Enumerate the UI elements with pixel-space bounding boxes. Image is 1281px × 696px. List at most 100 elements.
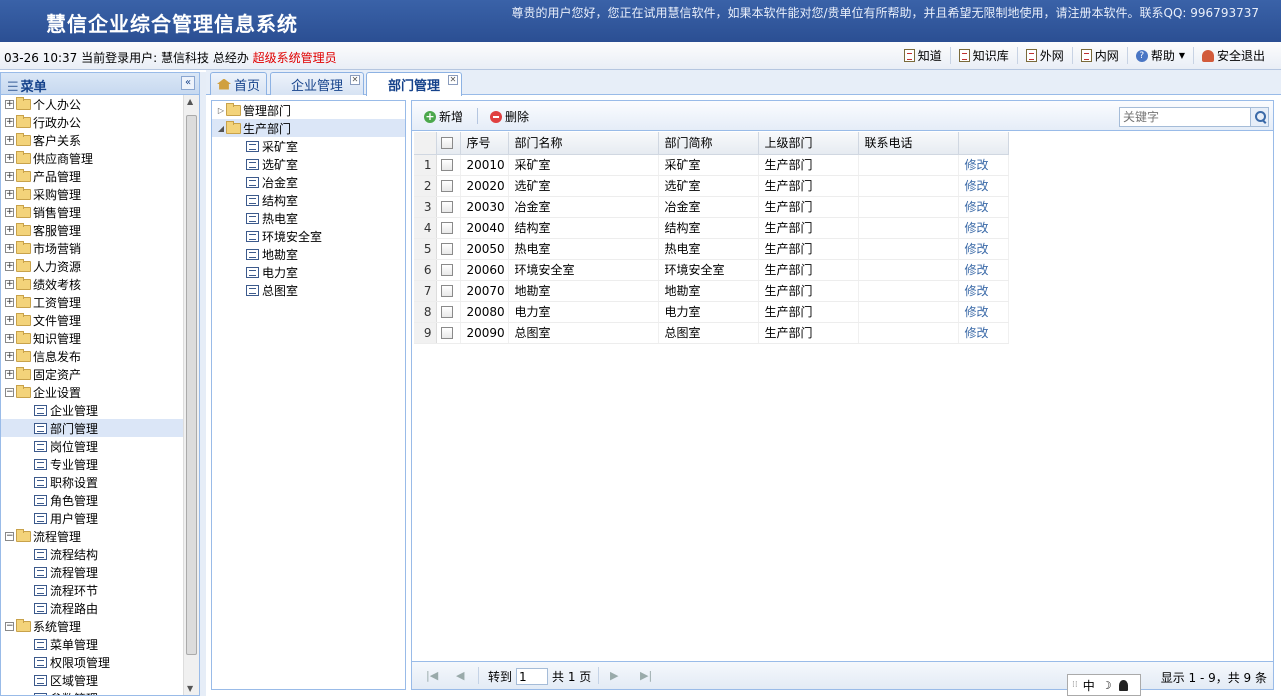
edit-link[interactable]: 修改 [965, 326, 989, 340]
tree-node[interactable]: 地勘室 [212, 245, 405, 263]
sidebar-item[interactable]: 岗位管理 [1, 437, 184, 455]
collapse-icon[interactable]: − [5, 531, 14, 541]
row-checkbox-cell[interactable] [436, 217, 461, 239]
collapse-menu-button[interactable]: « [181, 76, 195, 90]
expand-icon[interactable]: + [5, 153, 14, 163]
table-row[interactable]: 8 20080 电力室 电力室 生产部门 修改 [414, 301, 1009, 323]
table-row[interactable]: 2 20020 选矿室 选矿室 生产部门 修改 [414, 175, 1009, 197]
logout-link[interactable]: 安全退出 [1192, 47, 1273, 64]
sidebar-item[interactable]: + 知识管理 [1, 329, 184, 347]
row-checkbox[interactable] [440, 327, 453, 339]
edit-link[interactable]: 修改 [965, 179, 989, 193]
ime-mode[interactable]: 中 [1083, 677, 1095, 694]
tab-home[interactable]: 首页 [210, 72, 267, 95]
sidebar-item[interactable]: + 人力资源 [1, 257, 184, 275]
row-checkbox-cell[interactable] [436, 196, 461, 218]
sidebar-item[interactable]: 菜单管理 [1, 635, 184, 653]
edit-link[interactable]: 修改 [965, 242, 989, 256]
sidebar-item[interactable]: + 个人办公 [1, 95, 184, 113]
page-input[interactable] [516, 668, 549, 685]
sidebar-item[interactable]: + 市场营销 [1, 239, 184, 257]
sidebar-item[interactable]: 流程管理 [1, 563, 184, 581]
sidebar-item[interactable]: + 行政办公 [1, 113, 184, 131]
search-input[interactable] [1120, 108, 1248, 126]
sidebar-item[interactable]: + 信息发布 [1, 347, 184, 365]
sidebar-item[interactable]: + 绩效考核 [1, 275, 184, 293]
tree-node[interactable]: 环境安全室 [212, 227, 405, 245]
select-all-checkbox[interactable] [440, 137, 453, 150]
row-checkbox-cell[interactable] [436, 175, 461, 197]
sidebar-item[interactable]: 流程结构 [1, 545, 184, 563]
table-row[interactable]: 6 20060 环境安全室 环境安全室 生产部门 修改 [414, 259, 1009, 281]
sidebar-item[interactable]: + 供应商管理 [1, 149, 184, 167]
sidebar-item[interactable]: − 企业设置 [1, 383, 184, 401]
expand-icon[interactable]: ▷ [216, 106, 226, 115]
half-width-icon[interactable]: ☽ [1102, 679, 1112, 692]
panel-splitter[interactable] [200, 72, 206, 696]
sidebar-item[interactable]: 企业管理 [1, 401, 184, 419]
sidebar-item[interactable]: + 产品管理 [1, 167, 184, 185]
next-page-icon[interactable]: ▶ [610, 669, 618, 682]
drag-handle-icon[interactable]: ⁞⁞ [1072, 680, 1078, 690]
expand-icon[interactable]: + [5, 315, 14, 325]
edit-link[interactable]: 修改 [965, 284, 989, 298]
edit-link[interactable]: 修改 [965, 263, 989, 277]
expand-icon[interactable]: + [5, 297, 14, 307]
tree-node[interactable]: 总图室 [212, 281, 405, 299]
help-menu[interactable]: ? 帮助 ▼ [1126, 47, 1193, 64]
sidebar-item[interactable]: + 销售管理 [1, 203, 184, 221]
collapse-icon[interactable]: ◢ [216, 124, 226, 133]
row-checkbox[interactable] [440, 201, 453, 213]
tree-node[interactable]: ▷ 管理部门 [212, 101, 405, 119]
row-checkbox-cell[interactable] [436, 238, 461, 260]
scroll-up-icon[interactable]: ▲ [187, 97, 193, 106]
tree-node[interactable]: 结构室 [212, 191, 405, 209]
row-checkbox[interactable] [440, 222, 453, 234]
search-icon[interactable] [1250, 108, 1268, 126]
sidebar-item[interactable]: 参数管理 [1, 689, 184, 695]
sidebar-item[interactable]: − 系统管理 [1, 617, 184, 635]
sidebar-item[interactable]: + 客户关系 [1, 131, 184, 149]
expand-icon[interactable]: + [5, 243, 14, 253]
link-external-net[interactable]: 外网 [1016, 47, 1072, 64]
sidebar-item[interactable]: 职称设置 [1, 473, 184, 491]
sidebar-item[interactable]: 用户管理 [1, 509, 184, 527]
link-internal-net[interactable]: 内网 [1071, 47, 1127, 64]
tree-node[interactable]: 冶金室 [212, 173, 405, 191]
tree-node[interactable]: 选矿室 [212, 155, 405, 173]
edit-link[interactable]: 修改 [965, 200, 989, 214]
expand-icon[interactable]: + [5, 279, 14, 289]
row-checkbox[interactable] [440, 180, 453, 192]
expand-icon[interactable]: + [5, 261, 14, 271]
expand-icon[interactable]: + [5, 225, 14, 235]
sidebar-item[interactable]: + 文件管理 [1, 311, 184, 329]
sidebar-item[interactable]: 专业管理 [1, 455, 184, 473]
tab-department-management[interactable]: 部门管理 ✕ [366, 72, 462, 96]
expand-icon[interactable]: + [5, 135, 14, 145]
expand-icon[interactable]: + [5, 117, 14, 127]
sidebar-item[interactable]: + 客服管理 [1, 221, 184, 239]
sidebar-item[interactable]: 区域管理 [1, 671, 184, 689]
sidebar-item[interactable]: 权限项管理 [1, 653, 184, 671]
row-checkbox[interactable] [440, 243, 453, 255]
row-checkbox[interactable] [440, 159, 453, 171]
user-icon[interactable] [1118, 679, 1128, 691]
sidebar-item[interactable]: + 固定资产 [1, 365, 184, 383]
delete-button[interactable]: 删除 [490, 108, 529, 125]
sidebar-item[interactable]: + 工资管理 [1, 293, 184, 311]
row-checkbox-cell[interactable] [436, 154, 461, 176]
row-checkbox-cell[interactable] [436, 280, 461, 302]
row-checkbox-cell[interactable] [436, 259, 461, 281]
edit-link[interactable]: 修改 [965, 158, 989, 172]
expand-icon[interactable]: + [5, 369, 14, 379]
close-icon[interactable]: ✕ [448, 75, 458, 85]
expand-icon[interactable]: + [5, 207, 14, 217]
edit-link[interactable]: 修改 [965, 221, 989, 235]
add-button[interactable]: + 新增 [424, 108, 463, 125]
column-header-phone[interactable]: 联系电话 [858, 132, 959, 155]
tree-node[interactable]: 电力室 [212, 263, 405, 281]
table-row[interactable]: 7 20070 地勘室 地勘室 生产部门 修改 [414, 280, 1009, 302]
sidebar-item[interactable]: 部门管理 [1, 419, 184, 437]
expand-icon[interactable]: + [5, 99, 14, 109]
expand-icon[interactable]: + [5, 351, 14, 361]
